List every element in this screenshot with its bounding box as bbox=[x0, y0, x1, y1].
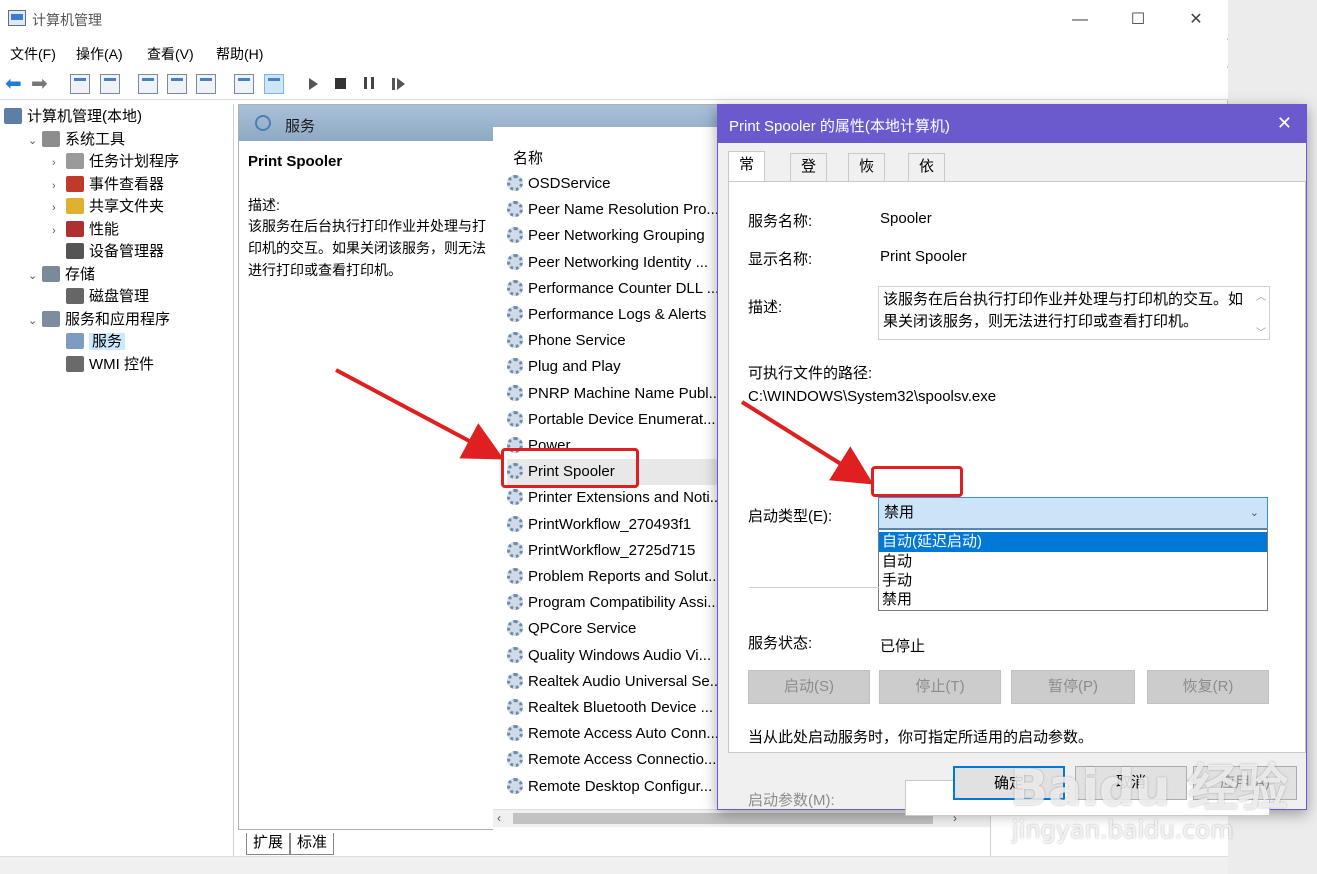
arrow-to-auto-option bbox=[740, 400, 874, 485]
arrow-to-print-spooler bbox=[335, 368, 505, 460]
baidu-watermark: Baidu 经验 bbox=[1010, 759, 1288, 817]
annotation-arrows bbox=[335, 368, 874, 485]
watermark-url: jingyan.baidu.com bbox=[1012, 816, 1234, 844]
